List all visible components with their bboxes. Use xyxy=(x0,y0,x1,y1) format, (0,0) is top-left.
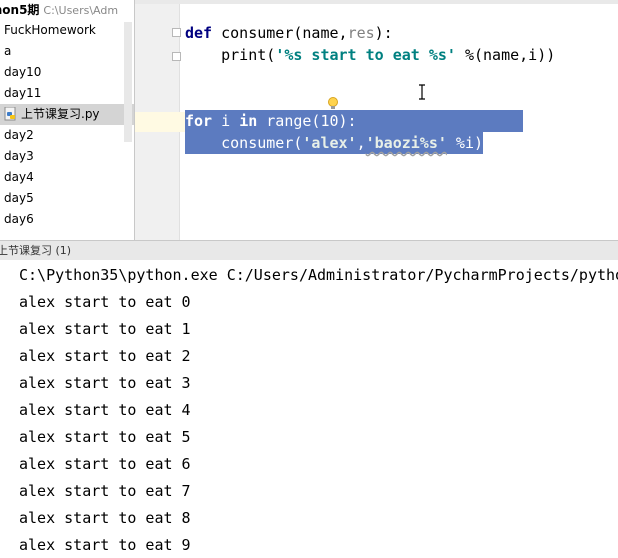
console-line: alex start to eat 9 xyxy=(19,536,191,554)
code-string: '%s start to eat %s' xyxy=(275,46,456,64)
console-line: alex start to eat 2 xyxy=(19,347,191,365)
project-name: thon5期 xyxy=(0,3,40,17)
code-text: i xyxy=(212,112,240,130)
code-keyword: def xyxy=(185,24,213,42)
tree-item-day4[interactable]: day4 xyxy=(0,167,134,188)
project-path: C:\Users\Adm xyxy=(43,4,119,17)
tree-item-label: a xyxy=(4,44,12,58)
console-line: alex start to eat 1 xyxy=(19,320,191,338)
project-tree: thon5期C:\Users\Adm FuckHomework a day10 … xyxy=(0,0,134,240)
text-cursor-icon xyxy=(419,84,425,100)
code-keyword: in xyxy=(239,112,258,130)
tree-item-day3[interactable]: day3 xyxy=(0,146,134,167)
tree-item-label: day11 xyxy=(4,86,42,100)
tree-item-a[interactable]: a xyxy=(0,41,134,62)
console-line: alex start to eat 6 xyxy=(19,455,191,473)
tree-item-label: 上节课复习.py xyxy=(21,107,100,121)
code-string: 'baozi%s' xyxy=(365,134,447,152)
code-text: consumer(name, xyxy=(212,24,348,42)
run-console[interactable]: C:\Python35\python.exe C:/Users/Administ… xyxy=(0,260,618,558)
project-header[interactable]: thon5期C:\Users\Adm xyxy=(0,0,134,20)
tree-item-label: day10 xyxy=(4,65,42,79)
tree-item-label: day3 xyxy=(4,149,34,163)
python-file-icon xyxy=(4,107,16,121)
tree-scrollbar[interactable] xyxy=(124,22,132,142)
tree-item-label: day6 xyxy=(4,212,34,226)
code-text: %i) xyxy=(446,134,484,152)
code-text: print( xyxy=(185,46,276,64)
console-line: C:\Python35\python.exe C:/Users/Administ… xyxy=(19,266,618,284)
console-line: alex start to eat 4 xyxy=(19,401,191,419)
tree-item-label: day4 xyxy=(4,170,34,184)
tree-item-day2[interactable]: day2 xyxy=(0,125,134,146)
console-line: alex start to eat 7 xyxy=(19,482,191,500)
code-string: 'alex' xyxy=(302,134,357,152)
code-text: consumer( xyxy=(185,134,303,152)
code-unused-param: res xyxy=(347,24,375,42)
code-text: ): xyxy=(374,24,393,42)
tree-item-day10[interactable]: day10 xyxy=(0,62,134,83)
tree-item-fuckhomework[interactable]: FuckHomework xyxy=(0,20,134,41)
console-line: alex start to eat 5 xyxy=(19,428,191,446)
code-keyword: for xyxy=(185,112,213,130)
console-line: alex start to eat 0 xyxy=(19,293,191,311)
run-tab[interactable]: 上节课复习 (1) xyxy=(0,240,618,260)
tree-item-day11[interactable]: day11 xyxy=(0,83,134,104)
tree-item-review-py[interactable]: 上节课复习.py xyxy=(0,104,134,125)
run-tab-label: 上节课复习 (1) xyxy=(0,244,72,257)
tree-item-label: day2 xyxy=(4,128,34,142)
console-line: alex start to eat 8 xyxy=(19,509,191,527)
fold-end-marker-icon[interactable] xyxy=(172,52,181,61)
code-line-1[interactable]: def consumer(name,res): xyxy=(185,22,393,44)
tree-item-label: FuckHomework xyxy=(4,23,96,37)
code-line-4-selected[interactable]: for i in range(10): xyxy=(185,110,523,132)
fold-marker-icon[interactable] xyxy=(172,28,181,37)
editor-top-border xyxy=(135,0,618,4)
code-text: , xyxy=(356,134,366,152)
tree-item-label: day5 xyxy=(4,191,34,205)
console-line: alex start to eat 3 xyxy=(19,374,191,392)
code-editor[interactable]: def consumer(name,res): print('%s start … xyxy=(135,0,618,240)
code-text: %(name,i)) xyxy=(455,46,556,64)
tree-item-day6[interactable]: day6 xyxy=(0,209,134,230)
code-line-2[interactable]: print('%s start to eat %s' %(name,i)) xyxy=(185,44,555,66)
lightbulb-icon[interactable] xyxy=(327,97,339,111)
code-line-5-selected[interactable]: consumer('alex','baozi%s' %i) xyxy=(185,132,484,154)
code-text: range(10): xyxy=(257,112,357,130)
caret-row-highlight xyxy=(135,112,185,132)
tree-item-day5[interactable]: day5 xyxy=(0,188,134,209)
